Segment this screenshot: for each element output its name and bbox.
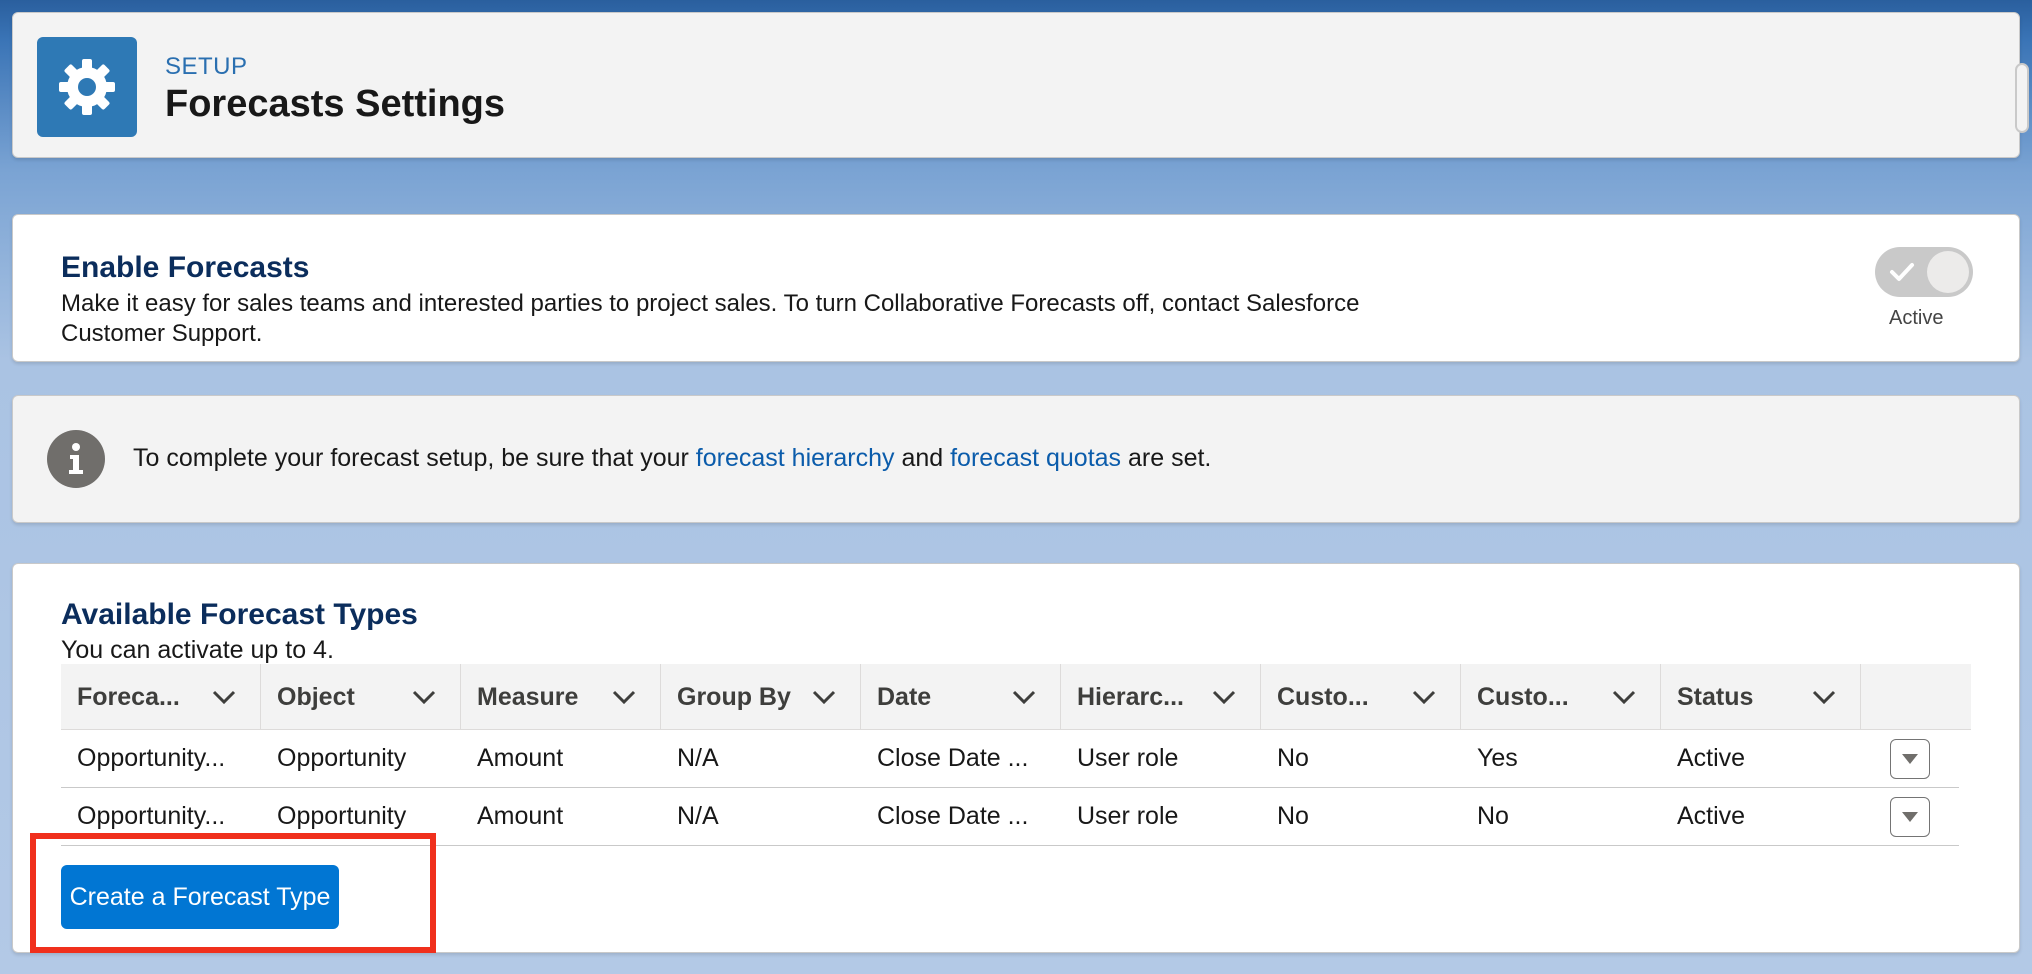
row-actions-cell: [1861, 738, 1959, 779]
column-label: Hierarc...: [1077, 682, 1185, 711]
forecast-types-card: Available Forecast Types You can activat…: [12, 563, 2020, 953]
info-text-before: To complete your forecast setup, be sure…: [133, 444, 696, 472]
chevron-down-icon: [1412, 690, 1436, 704]
enable-forecasts-toggle[interactable]: [1875, 247, 1973, 297]
page-header: SETUP Forecasts Settings: [12, 12, 2029, 158]
table-cell: Amount: [477, 744, 564, 772]
column-label: Custo...: [1477, 682, 1569, 711]
column-header-custom-2[interactable]: Custo...: [1461, 664, 1661, 730]
column-header-hierarchy[interactable]: Hierarc...: [1061, 664, 1261, 730]
page-title: Forecasts Settings: [165, 83, 505, 125]
create-forecast-type-button[interactable]: Create a Forecast Type: [61, 865, 339, 929]
forecast-hierarchy-link[interactable]: forecast hierarchy: [696, 444, 895, 472]
forecast-types-table: Foreca... Object Measure Group By Date H…: [61, 664, 1971, 846]
caret-down-icon: [1902, 811, 1918, 822]
chevron-down-icon: [1612, 690, 1636, 704]
table-cell: Opportunity...: [77, 744, 226, 772]
info-message: To complete your forecast setup, be sure…: [133, 444, 1211, 473]
table-cell: No: [1477, 802, 1509, 830]
column-header-group-by[interactable]: Group By: [661, 664, 861, 730]
column-header-forecast-type[interactable]: Foreca...: [61, 664, 261, 730]
column-header-actions: [1861, 664, 1971, 730]
table-row: Opportunity... Opportunity Amount N/A Cl…: [61, 788, 1959, 846]
table-cell: No: [1277, 744, 1309, 772]
forecast-types-title: Available Forecast Types: [61, 598, 418, 631]
forecast-types-subtitle: You can activate up to 4.: [61, 636, 334, 664]
breadcrumb: SETUP: [165, 53, 248, 80]
panel-edge-handle[interactable]: [2015, 63, 2029, 133]
table-cell: Close Date ...: [877, 744, 1029, 772]
column-label: Foreca...: [77, 682, 180, 711]
table-cell: Active: [1677, 744, 1746, 772]
table-header: Foreca... Object Measure Group By Date H…: [61, 664, 1971, 730]
chevron-down-icon: [212, 690, 236, 704]
column-label: Custo...: [1277, 682, 1369, 711]
setup-info-card: To complete your forecast setup, be sure…: [12, 395, 2020, 523]
chevron-down-icon: [1812, 690, 1836, 704]
column-label: Date: [877, 682, 932, 711]
chevron-down-icon: [412, 690, 436, 704]
column-header-status[interactable]: Status: [1661, 664, 1861, 730]
column-label: Measure: [477, 682, 579, 711]
chevron-down-icon: [612, 690, 636, 704]
table-cell: User role: [1077, 744, 1179, 772]
chevron-down-icon: [812, 690, 836, 704]
toggle-status-label: Active: [1889, 307, 1944, 329]
chevron-down-icon: [1212, 690, 1236, 704]
gear-icon: [37, 37, 137, 137]
column-label: Object: [277, 682, 355, 711]
column-header-measure[interactable]: Measure: [461, 664, 661, 730]
column-label: Status: [1677, 682, 1754, 711]
column-label: Group By: [677, 682, 791, 711]
table-cell: Active: [1677, 802, 1746, 830]
info-text-middle: and: [894, 444, 951, 472]
table-cell: No: [1277, 802, 1309, 830]
check-icon: [1890, 263, 1914, 281]
toggle-knob: [1927, 251, 1969, 293]
info-icon: [47, 430, 105, 488]
column-header-object[interactable]: Object: [261, 664, 461, 730]
column-header-date[interactable]: Date: [861, 664, 1061, 730]
table-cell: Opportunity...: [77, 802, 226, 830]
row-actions-button[interactable]: [1890, 738, 1930, 779]
row-actions-cell: [1861, 796, 1959, 837]
table-cell: N/A: [677, 802, 719, 830]
table-cell: N/A: [677, 744, 719, 772]
row-actions-button[interactable]: [1890, 796, 1930, 837]
column-header-custom-1[interactable]: Custo...: [1261, 664, 1461, 730]
chevron-down-icon: [1012, 690, 1036, 704]
table-cell: Opportunity: [277, 802, 407, 830]
enable-forecasts-card: Enable Forecasts Make it easy for sales …: [12, 214, 2020, 362]
table-cell: Yes: [1477, 744, 1518, 772]
info-text-after: are set.: [1121, 444, 1212, 472]
enable-forecasts-description: Make it easy for sales teams and interes…: [61, 290, 1360, 347]
enable-forecasts-title: Enable Forecasts: [61, 251, 310, 284]
caret-down-icon: [1902, 753, 1918, 764]
table-cell: Opportunity: [277, 744, 407, 772]
table-cell: Amount: [477, 802, 564, 830]
forecast-quotas-link[interactable]: forecast quotas: [950, 444, 1121, 472]
table-cell: Close Date ...: [877, 802, 1029, 830]
table-cell: User role: [1077, 802, 1179, 830]
table-row: Opportunity... Opportunity Amount N/A Cl…: [61, 730, 1959, 788]
